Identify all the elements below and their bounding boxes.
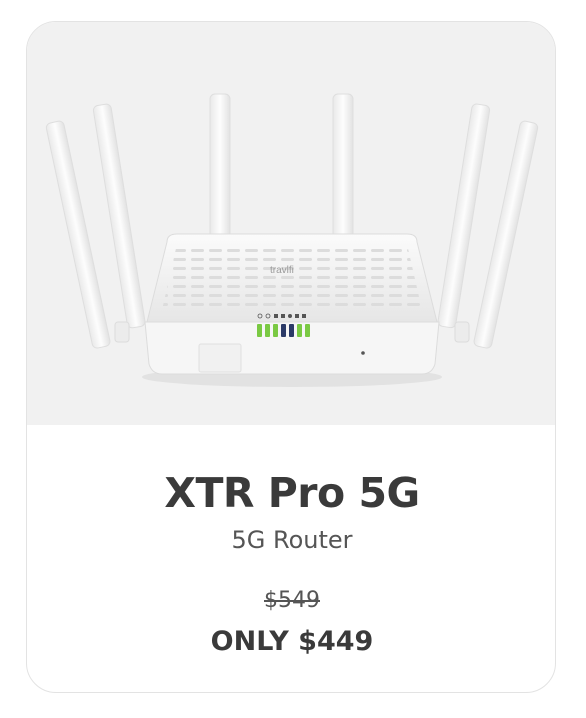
sale-price: ONLY $449 — [210, 626, 374, 657]
product-category: 5G Router — [231, 526, 353, 554]
port-cover — [198, 343, 242, 373]
router-image: travlfi — [45, 93, 539, 387]
brand-logo: travlfi — [270, 265, 294, 276]
original-price: $549 — [264, 588, 320, 613]
product-title[interactable]: XTR Pro 5G — [27, 469, 555, 517]
reset-hole — [361, 351, 365, 355]
product-card[interactable]: travlfi XTR Pro 5G 5G Router $549 ONLY $… — [26, 21, 556, 693]
product-image[interactable]: travlfi — [27, 22, 555, 425]
